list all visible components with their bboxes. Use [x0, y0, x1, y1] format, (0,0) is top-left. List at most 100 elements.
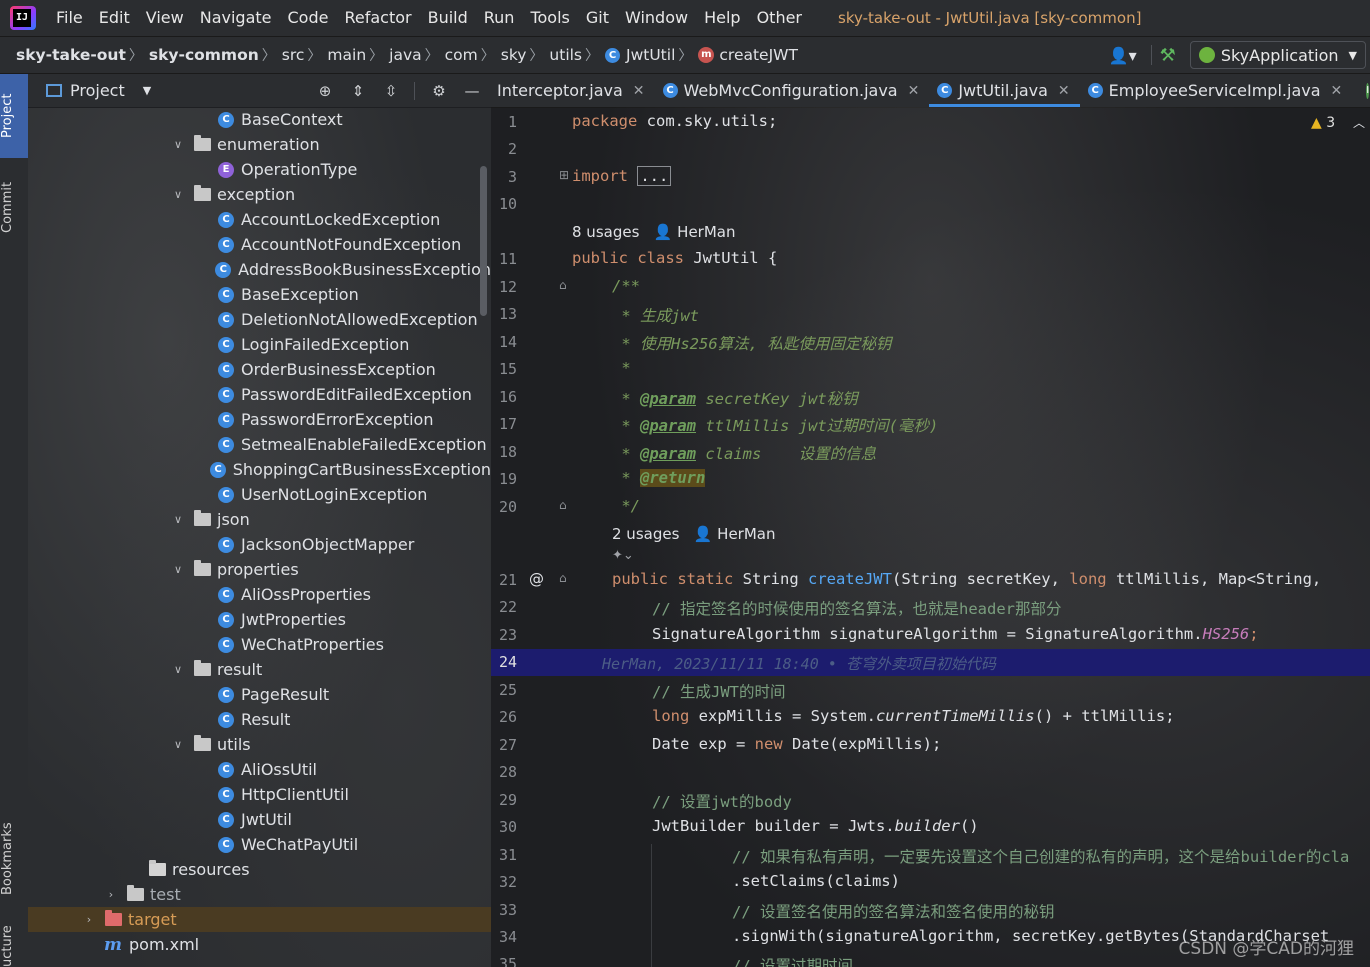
menu-help[interactable]: Help: [696, 0, 748, 36]
code-line-15[interactable]: *: [612, 359, 630, 377]
tree-item[interactable]: C DeletionNotAllowedException: [28, 307, 491, 332]
tree-item[interactable]: C PasswordEditFailedException: [28, 382, 491, 407]
ai-actions-icon[interactable]: ✦⌄: [612, 548, 634, 563]
tab-jwtutil[interactable]: C JwtUtil.java ✕: [929, 74, 1080, 107]
menu-view[interactable]: View: [138, 0, 192, 36]
chevron-down-icon[interactable]: ∨: [171, 663, 185, 676]
override-marker-icon[interactable]: @: [529, 570, 544, 588]
tree-item[interactable]: C AddressBookBusinessException: [28, 257, 491, 282]
bookmarks-tool-tab[interactable]: Bookmarks: [0, 814, 28, 904]
tree-item[interactable]: E OperationType: [28, 157, 491, 182]
tree-item[interactable]: ∨ utils: [28, 732, 491, 757]
menu-other[interactable]: Other: [749, 0, 810, 36]
chevron-down-icon[interactable]: ∨: [171, 563, 185, 576]
code-line-31[interactable]: // 如果有私有声明，一定要先设置这个自己创建的私有的声明，这个是给builde…: [732, 845, 1349, 867]
code-line-18[interactable]: * @param claims 设置的信息: [612, 442, 876, 464]
build-hammer-icon[interactable]: ⚒: [1160, 45, 1176, 66]
locate-file-icon[interactable]: ⊕: [316, 82, 334, 100]
project-panel-title[interactable]: Project: [70, 81, 125, 100]
expand-all-icon[interactable]: ⇕: [349, 82, 367, 100]
code-line-12[interactable]: /**: [612, 277, 640, 295]
commit-tool-tab[interactable]: Commit: [0, 172, 28, 242]
menu-navigate[interactable]: Navigate: [192, 0, 280, 36]
code-line-29[interactable]: // 设置jwt的body: [652, 790, 792, 812]
code-line-21[interactable]: public static String createJWT(String se…: [612, 570, 1321, 588]
tree-item[interactable]: m pom.xml: [28, 932, 491, 957]
chevron-down-icon[interactable]: ∨: [171, 513, 185, 526]
tree-item[interactable]: C UserNotLoginException: [28, 482, 491, 507]
tree-item[interactable]: C ShoppingCartBusinessException: [28, 457, 491, 482]
tree-item[interactable]: C JwtProperties: [28, 607, 491, 632]
code-line-19[interactable]: * @return: [612, 469, 706, 487]
code-line-22[interactable]: // 指定签名的时候使用的签名算法，也就是header那部分: [652, 597, 1062, 619]
chevron-down-icon[interactable]: ∨: [171, 738, 185, 751]
run-configuration-selector[interactable]: SkyApplication ▼: [1189, 41, 1366, 69]
tree-item[interactable]: C JacksonObjectMapper: [28, 532, 491, 557]
menu-edit[interactable]: Edit: [91, 0, 138, 36]
code-line-14[interactable]: * 使用Hs256算法, 私匙使用固定秘钥: [612, 332, 891, 354]
tree-item[interactable]: C Result: [28, 707, 491, 732]
interface-icon[interactable]: I: [1366, 82, 1370, 99]
tree-item[interactable]: C AliOssProperties: [28, 582, 491, 607]
breadcrumb-main[interactable]: main: [325, 46, 368, 64]
code-line-3[interactable]: import ...: [572, 166, 672, 186]
code-line-20[interactable]: */: [612, 497, 640, 515]
breadcrumb-utils[interactable]: utils: [547, 46, 584, 64]
breadcrumb-src[interactable]: src: [280, 46, 307, 64]
tree-item[interactable]: ∨ enumeration: [28, 132, 491, 157]
chevron-down-icon[interactable]: ▼: [143, 84, 151, 97]
folded-imports[interactable]: ...: [637, 166, 672, 186]
breadcrumb-module[interactable]: sky-common: [147, 46, 261, 64]
menu-window[interactable]: Window: [617, 0, 696, 36]
breadcrumb-com[interactable]: com: [443, 46, 480, 64]
tree-item[interactable]: C WeChatProperties: [28, 632, 491, 657]
menu-build[interactable]: Build: [420, 0, 476, 36]
structure-tool-tab[interactable]: ucture: [0, 925, 28, 967]
tree-item[interactable]: C OrderBusinessException: [28, 357, 491, 382]
breadcrumb-class[interactable]: C JwtUtil: [603, 46, 677, 64]
chevron-up-icon[interactable]: ︿: [1353, 114, 1365, 131]
close-icon[interactable]: ✕: [633, 83, 645, 99]
close-icon[interactable]: ✕: [1331, 83, 1343, 99]
menu-git[interactable]: Git: [578, 0, 617, 36]
code-line-33[interactable]: // 设置签名使用的签名算法和签名使用的秘钥: [732, 900, 1055, 922]
breadcrumb-sky[interactable]: sky: [499, 46, 529, 64]
add-user-icon[interactable]: 👤▾: [1109, 46, 1137, 65]
code-line-32[interactable]: .setClaims(claims): [732, 872, 900, 890]
tree-item[interactable]: C AccountNotFoundException: [28, 232, 491, 257]
code-line-1[interactable]: package com.sky.utils;: [572, 112, 777, 130]
menu-refactor[interactable]: Refactor: [336, 0, 419, 36]
tree-item[interactable]: › test: [28, 882, 491, 907]
git-blame-annotation[interactable]: HerMan, 2023/11/11 18:40 • 苍穹外卖项目初始代码: [602, 653, 996, 674]
code-line-25[interactable]: // 生成JWT的时间: [652, 680, 786, 702]
chevron-right-icon[interactable]: ›: [82, 913, 96, 926]
code-line-27[interactable]: Date exp = new Date(expMillis);: [652, 735, 941, 753]
breadcrumb-java[interactable]: java: [387, 46, 423, 64]
class-usages-hint[interactable]: 8 usages 👤 HerMan: [572, 223, 736, 241]
close-icon[interactable]: ✕: [908, 83, 920, 99]
tree-item[interactable]: ∨ json: [28, 507, 491, 532]
fold-icon[interactable]: ⌂: [559, 278, 567, 292]
menu-run[interactable]: Run: [476, 0, 523, 36]
tree-item[interactable]: ∨ result: [28, 657, 491, 682]
gear-icon[interactable]: ⚙: [430, 82, 448, 100]
tree-item[interactable]: C AliOssUtil: [28, 757, 491, 782]
fold-icon[interactable]: ⌂: [559, 498, 567, 512]
code-line-35[interactable]: // 设置过期时间: [732, 954, 853, 967]
tab-interceptor[interactable]: Interceptor.java ✕: [491, 74, 655, 107]
code-line-30[interactable]: JwtBuilder builder = Jwts.builder(): [652, 817, 979, 835]
tree-item[interactable]: C BaseContext: [28, 107, 491, 132]
tree-item[interactable]: ∨ exception: [28, 182, 491, 207]
minimize-icon[interactable]: —: [463, 82, 481, 100]
code-line-26[interactable]: long expMillis = System.currentTimeMilli…: [652, 707, 1175, 725]
fold-icon[interactable]: ⌂: [559, 571, 567, 585]
tree-item[interactable]: ∨ properties: [28, 557, 491, 582]
fold-icon[interactable]: ⊞: [559, 168, 569, 182]
menu-tools[interactable]: Tools: [522, 0, 577, 36]
code-line-16[interactable]: * @param secretKey jwt秘钥: [612, 387, 857, 409]
tree-item[interactable]: C SetmealEnableFailedException: [28, 432, 491, 457]
method-usages-hint[interactable]: 2 usages 👤 HerMan: [612, 525, 776, 543]
code-line-13[interactable]: * 生成jwt: [612, 304, 699, 326]
tree-item[interactable]: C AccountLockedException: [28, 207, 491, 232]
chevron-down-icon[interactable]: ∨: [171, 188, 185, 201]
